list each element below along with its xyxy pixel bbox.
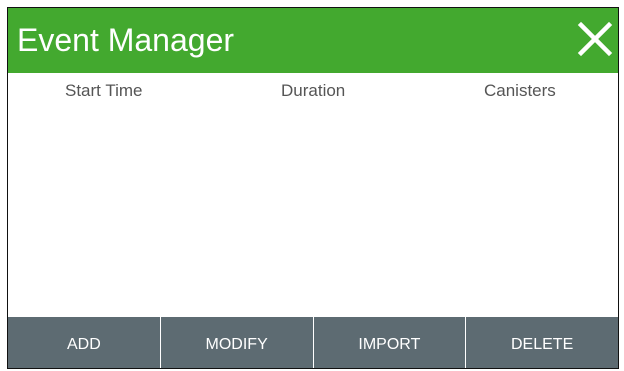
modify-button[interactable]: MODIFY — [159, 317, 313, 368]
column-headers: Start Time Duration Canisters — [8, 73, 618, 107]
delete-button[interactable]: DELETE — [465, 317, 618, 368]
column-header-start-time[interactable]: Start Time — [65, 81, 142, 101]
close-icon — [577, 21, 613, 57]
action-button-bar: ADD MODIFY IMPORT DELETE — [8, 317, 618, 368]
add-button[interactable]: ADD — [8, 317, 160, 368]
import-button[interactable]: IMPORT — [312, 317, 466, 368]
event-list[interactable] — [8, 107, 618, 317]
column-header-canisters[interactable]: Canisters — [484, 81, 556, 101]
title-bar: Event Manager — [8, 8, 618, 73]
column-header-duration[interactable]: Duration — [281, 81, 345, 101]
close-button[interactable] — [576, 20, 614, 58]
event-manager-window: Event Manager Start Time Duration Canist… — [7, 7, 619, 369]
window-title: Event Manager — [17, 22, 235, 58]
